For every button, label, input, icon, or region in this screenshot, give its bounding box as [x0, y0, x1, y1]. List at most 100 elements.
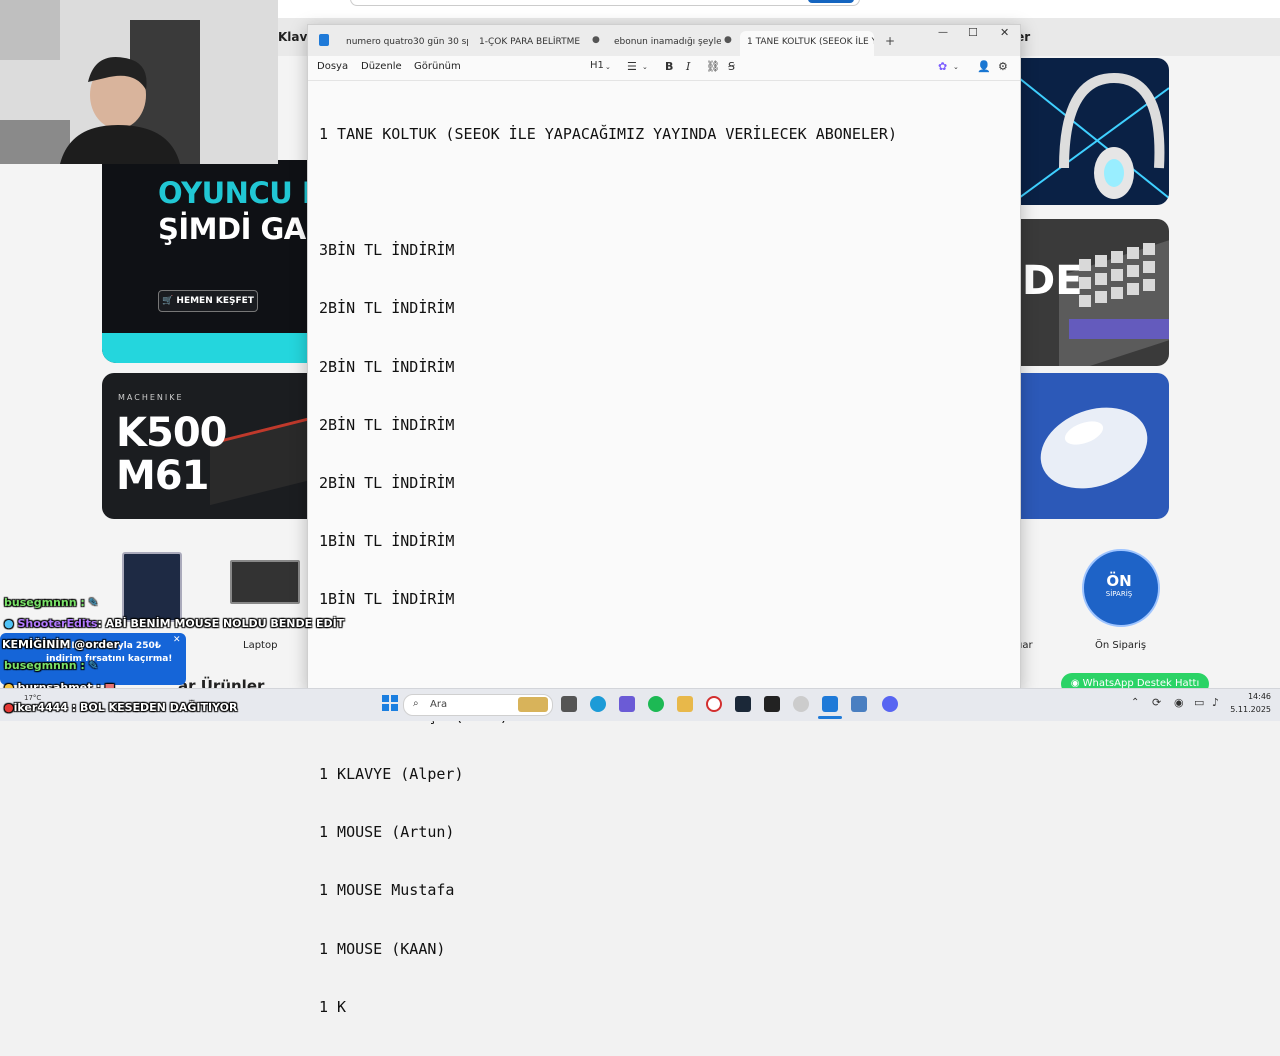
- italic-button[interactable]: I: [686, 60, 690, 73]
- category-laptop-label[interactable]: Laptop: [243, 640, 277, 651]
- notepad-taskbar-icon[interactable]: [822, 696, 838, 712]
- sync-icon[interactable]: ⟳: [1152, 696, 1161, 709]
- text-line: 2BİN TL İNDİRİM: [319, 474, 455, 493]
- link-icon[interactable]: ⛓: [706, 60, 720, 73]
- menu-duzenle[interactable]: Düzenle: [361, 61, 402, 72]
- tab-label: 1-ÇOK PARA BELİRTME: [479, 37, 581, 47]
- task-view-icon[interactable]: [561, 696, 577, 712]
- notepad-menu-bar: Dosya Düzenle Görünüm H1 ⌄ ☰ ⌄ B I ⛓ Ꞩ ✿…: [308, 56, 1020, 81]
- notepad-window[interactable]: numero quatro30 gün 30 spor.txt 1-ÇOK PA…: [307, 24, 1021, 1016]
- active-app-indicator: [818, 716, 842, 719]
- mouse-image: [1040, 407, 1148, 489]
- emote-icon: ✎: [88, 659, 98, 672]
- badge-icon: ●: [4, 701, 14, 714]
- headset-banner[interactable]: [1019, 58, 1169, 205]
- settings-gear-icon[interactable]: ⚙: [998, 60, 1008, 73]
- text-line: [319, 649, 1009, 668]
- unsaved-dot-icon: ●: [724, 35, 732, 45]
- emote-icon: ✎: [88, 596, 98, 609]
- menu-gorunum[interactable]: Görünüm: [414, 61, 461, 72]
- chevron-down-icon: ⌄: [642, 63, 648, 71]
- text-line: 2BİN TL İNDİRİM: [319, 415, 455, 434]
- display-icon[interactable]: ▭: [1194, 696, 1204, 709]
- chat-username: busegmnnn :: [4, 659, 85, 672]
- opera-icon[interactable]: [706, 696, 722, 712]
- chevron-up-icon[interactable]: ⌃: [1131, 697, 1139, 708]
- mouse-banner[interactable]: [1019, 373, 1169, 519]
- tab-ebonun[interactable]: ebonun inamadığı şeyler: [606, 31, 721, 56]
- k500-subtitle: M61: [116, 453, 209, 499]
- bold-button[interactable]: B: [665, 60, 673, 73]
- chat-text: : ABİ BENİM MOUSE NOLDU BENDE EDİT: [97, 617, 345, 630]
- category-on-siparis-label[interactable]: Ön Sipariş: [1095, 640, 1146, 651]
- mic-icon[interactable]: ◉: [1174, 696, 1184, 709]
- webcam-overlay: [0, 0, 278, 164]
- clear-format-icon[interactable]: Ꞩ: [728, 60, 735, 73]
- hemen-kesfet-label: HEMEN KEŞFET: [176, 296, 254, 306]
- site-search-button[interactable]: [808, 0, 854, 3]
- keyboard-banner-text: DE: [1022, 258, 1083, 304]
- minimize-button[interactable]: —: [938, 27, 948, 38]
- new-tab-button[interactable]: +: [885, 34, 895, 48]
- chat-text: : BOL KESEDEN DAĞITIYOR: [71, 701, 238, 714]
- teams-icon[interactable]: [619, 696, 635, 712]
- clock-time[interactable]: 14:46: [1231, 692, 1271, 701]
- tab-1-tane-koltuk[interactable]: 1 TANE KOLTUK (SEEOK İLE Y: [740, 31, 874, 56]
- on-badge-text: ÖN: [1106, 572, 1132, 590]
- tab-cok-para[interactable]: 1-ÇOK PARA BELİRTME: [473, 31, 593, 56]
- text-line: [319, 183, 1009, 202]
- search-icon: ⌕: [413, 698, 419, 709]
- text-line: 2BİN TL İNDİRİM: [319, 299, 455, 318]
- notepad-editor[interactable]: 1 TANE KOLTUK (SEEOK İLE YAPACAĞIMIZ YAY…: [319, 86, 1009, 1056]
- menu-dosya[interactable]: Dosya: [317, 61, 348, 72]
- k500-brand: MACHENIKE: [118, 393, 184, 402]
- weather-temp[interactable]: 17°C: [24, 694, 41, 702]
- badge-icon: ●: [4, 617, 14, 630]
- volume-icon[interactable]: ♪: [1212, 696, 1219, 709]
- text-line: 1 KLAVYE (Alper): [319, 765, 464, 784]
- account-icon[interactable]: 👤: [977, 60, 991, 73]
- chat-username: iker4444: [13, 701, 68, 714]
- site-search-input[interactable]: [350, 0, 860, 6]
- tab-label: 1 TANE KOLTUK (SEEOK İLE Y: [747, 37, 874, 47]
- text-line: 1 MOUSE (KAAN): [319, 939, 446, 958]
- tab-numero-quatro[interactable]: numero quatro30 gün 30 spor.txt: [338, 31, 468, 56]
- settings-icon[interactable]: [793, 696, 809, 712]
- category-laptop-image[interactable]: [230, 560, 300, 604]
- notepad-tab-bar: numero quatro30 gün 30 spor.txt 1-ÇOK PA…: [308, 25, 1020, 56]
- chat-message: ●iker4444 : BOL KESEDEN DAĞITIYOR: [4, 701, 237, 714]
- app-icon[interactable]: [764, 696, 780, 712]
- chat-message: KEMİĞİNİM @order: [2, 638, 120, 651]
- copilot-icon[interactable]: ✿: [938, 60, 947, 73]
- network-tool-icon[interactable]: [851, 696, 867, 712]
- text-line: 2BİN TL İNDİRİM: [319, 357, 455, 376]
- edge-icon[interactable]: [590, 696, 606, 712]
- text-line: 1BİN TL İNDİRİM: [319, 532, 455, 551]
- spotify-icon[interactable]: [648, 696, 664, 712]
- discord-icon[interactable]: [882, 696, 898, 712]
- hemen-kesfet-button[interactable]: 🛒 HEMEN KEŞFET: [158, 290, 258, 312]
- windows-start-icon[interactable]: [382, 695, 398, 711]
- steam-icon[interactable]: [735, 696, 751, 712]
- search-highlight-icon: [518, 697, 548, 712]
- category-pc-image[interactable]: [122, 552, 182, 622]
- close-button[interactable]: ✕: [1000, 26, 1009, 39]
- taskbar-search-input[interactable]: ⌕ Ara: [403, 694, 553, 716]
- headset-image: [1019, 72, 1169, 199]
- popup-close-icon[interactable]: ✕: [173, 635, 181, 645]
- k500-title: K500: [116, 410, 227, 456]
- chevron-down-icon: ⌄: [605, 63, 611, 71]
- chat-message: busegmnnn : ✎: [4, 596, 98, 609]
- search-placeholder: Ara: [430, 699, 448, 710]
- notepad-app-icon: [319, 34, 329, 46]
- file-explorer-icon[interactable]: [677, 696, 693, 712]
- clock-date[interactable]: 5.11.2025: [1226, 705, 1271, 714]
- chat-username: ShooterEdits: [17, 617, 98, 630]
- maximize-button[interactable]: ☐: [968, 26, 978, 39]
- chat-message: busegmnnn : ✎: [4, 659, 98, 672]
- chevron-down-icon: ⌄: [953, 63, 959, 71]
- text-line: 1BİN TL İNDİRİM: [319, 590, 455, 609]
- list-icon[interactable]: ☰: [627, 60, 637, 73]
- streamer-webcam-image: [0, 0, 278, 164]
- heading-dropdown[interactable]: H1: [590, 60, 604, 71]
